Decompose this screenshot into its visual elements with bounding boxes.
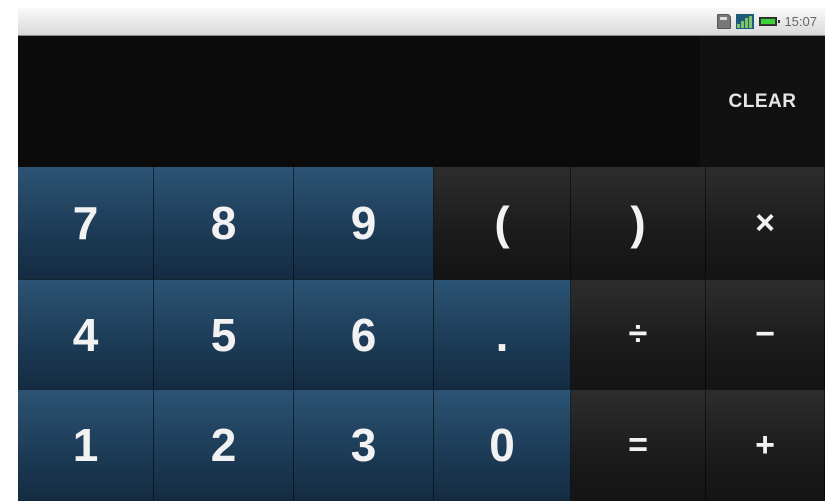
key-6[interactable]: 6 [294,280,434,390]
calculator-display: CLEAR [18,36,825,167]
key-7[interactable]: 7 [18,167,154,280]
sd-card-icon [717,14,732,29]
key-1[interactable]: 1 [18,390,154,501]
key-5[interactable]: 5 [154,280,294,390]
key-0[interactable]: 0 [434,390,571,501]
key-4[interactable]: 4 [18,280,154,390]
key-3[interactable]: 3 [294,390,434,501]
signal-icon [736,14,755,29]
key-decimal-point[interactable]: . [434,280,571,390]
clear-button[interactable]: CLEAR [700,36,825,167]
key-right-paren[interactable]: ) [571,167,706,280]
key-plus[interactable]: + [706,390,825,501]
key-9[interactable]: 9 [294,167,434,280]
status-bar: 15:07 [18,8,825,36]
key-left-paren[interactable]: ( [434,167,571,280]
key-2[interactable]: 2 [154,390,294,501]
key-8[interactable]: 8 [154,167,294,280]
status-time: 15:07 [784,14,817,29]
key-equals[interactable]: = [571,390,706,501]
status-icons: 15:07 [717,12,817,31]
calculator-screen: 15:07 CLEAR 7 8 9 ( ) × 4 5 6 . ÷ − 1 2 … [18,8,825,501]
battery-icon [759,17,781,26]
key-multiply[interactable]: × [706,167,825,280]
key-minus[interactable]: − [706,280,825,390]
key-divide[interactable]: ÷ [571,280,706,390]
keypad: 7 8 9 ( ) × 4 5 6 . ÷ − 1 2 3 0 = + [18,167,825,501]
